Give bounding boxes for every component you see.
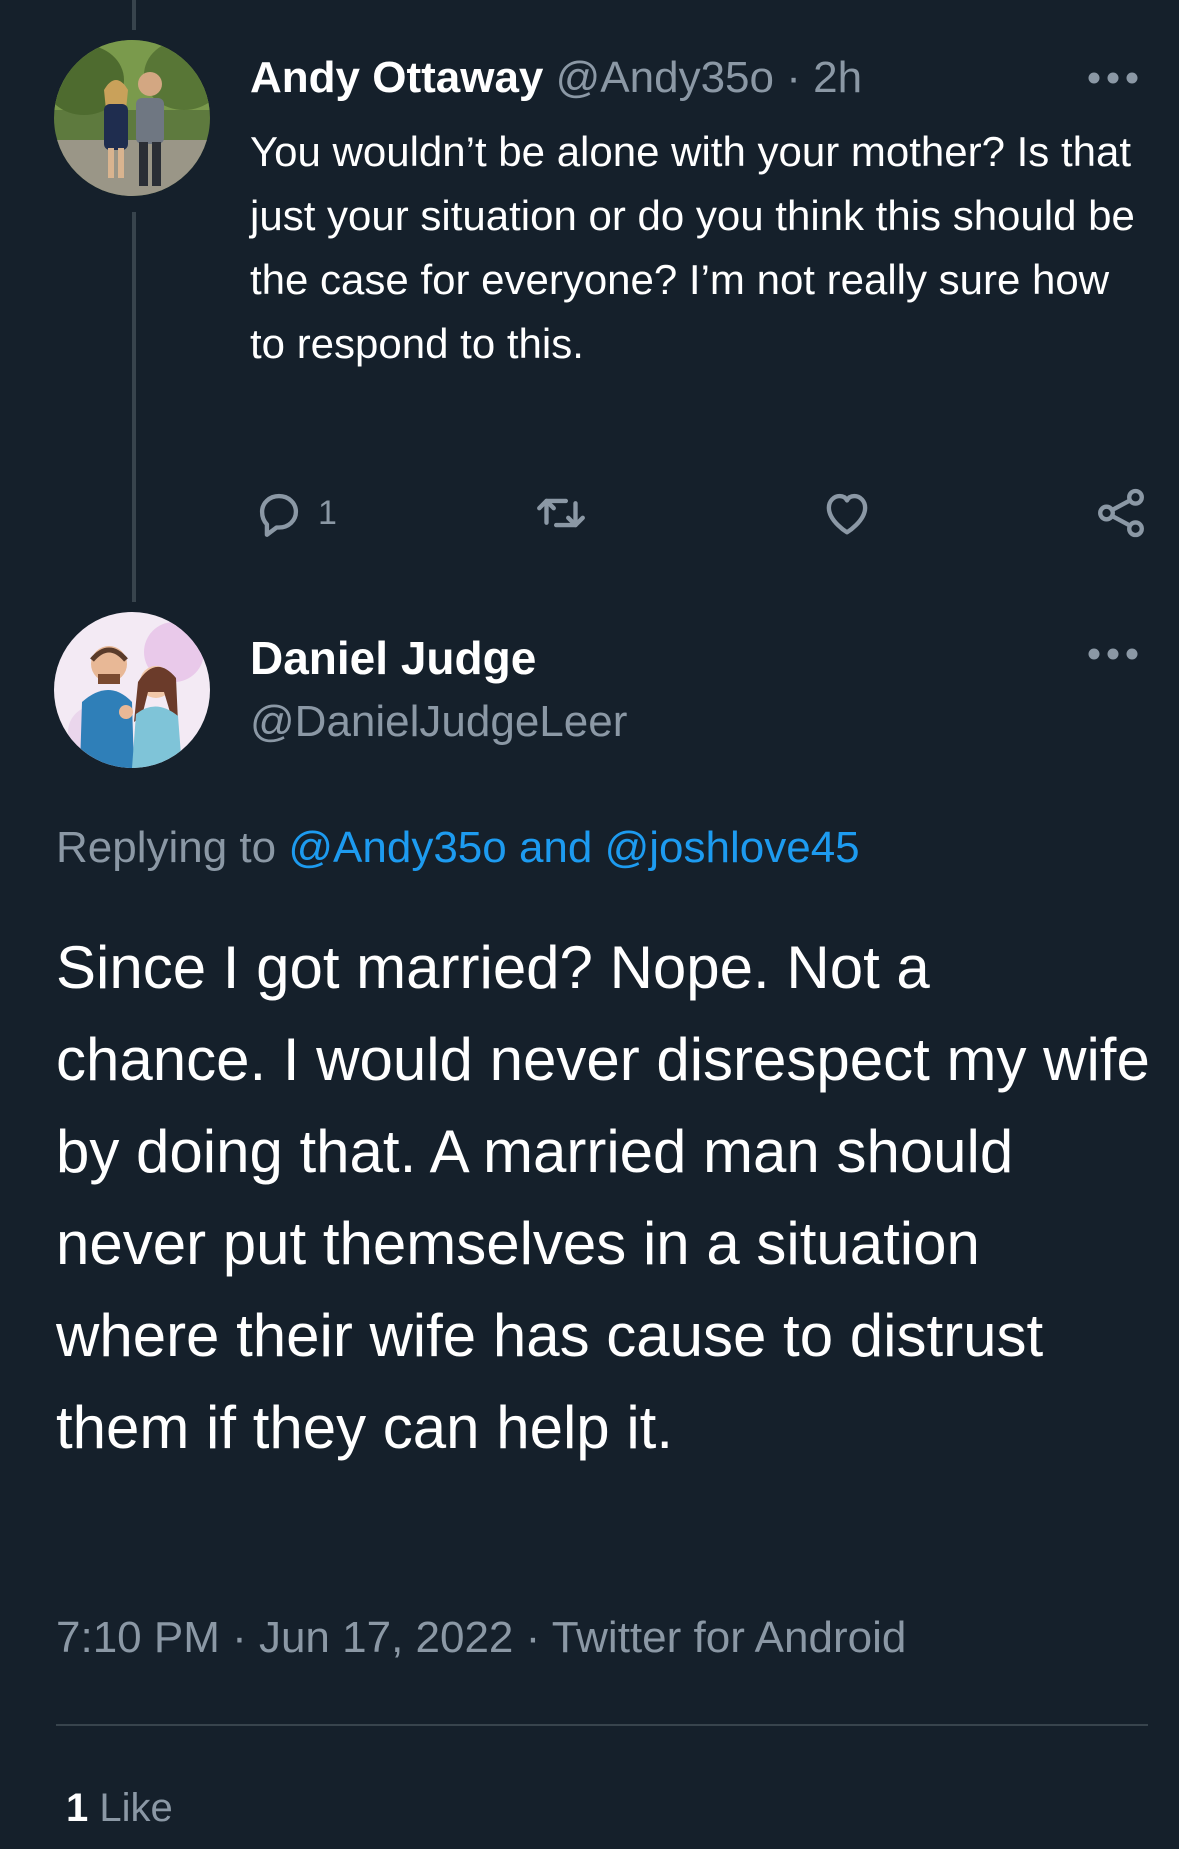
avatar-daniel-judge[interactable] xyxy=(54,612,210,768)
avatar-illustration xyxy=(54,612,210,768)
header-separator: · xyxy=(774,53,814,102)
reply-button[interactable]: 1 xyxy=(250,478,337,548)
likes-count-link[interactable]: 1 Like xyxy=(66,1780,173,1836)
replying-to: Replying to @Andy35o and @joshlove45 xyxy=(56,818,860,878)
author-handle[interactable]: @Andy35o xyxy=(556,53,774,102)
more-icon xyxy=(1088,72,1138,84)
tweet-actions: 1 xyxy=(250,478,1155,548)
divider xyxy=(56,1724,1148,1726)
more-options-button[interactable] xyxy=(1078,58,1148,98)
retweet-icon xyxy=(537,498,585,528)
reply-icon xyxy=(259,493,299,537)
like-button[interactable] xyxy=(818,478,876,548)
like-label: Like xyxy=(88,1786,173,1830)
main-tweet-text: Since I got married? Nope. Not a chance.… xyxy=(56,934,1150,1461)
thread-line xyxy=(132,212,136,602)
mention-andy35o[interactable]: @Andy35o xyxy=(288,823,506,872)
share-icon xyxy=(1098,488,1144,538)
replying-prefix: Replying to xyxy=(56,823,289,872)
mention-joshlove45[interactable]: @joshlove45 xyxy=(605,823,860,872)
like-count: 1 xyxy=(66,1786,89,1830)
like-icon xyxy=(826,493,868,535)
parent-tweet-header: Andy Ottaway @Andy35o · 2h xyxy=(250,48,862,108)
author-handle[interactable]: @DanielJudgeLeer xyxy=(250,692,627,752)
retweet-button[interactable] xyxy=(532,478,590,548)
tweet-timestamp[interactable]: 7:10 PM · Jun 17, 2022 · Twitter for And… xyxy=(56,1608,906,1668)
thread-line-top xyxy=(132,0,136,30)
more-icon xyxy=(1088,648,1138,660)
avatar-photo xyxy=(54,40,210,196)
parent-tweet-text: You wouldn’t be alone with your mother? … xyxy=(250,128,1135,367)
reply-count: 1 xyxy=(318,493,337,532)
author-name[interactable]: Andy Ottaway xyxy=(250,53,543,102)
mention-and[interactable]: and xyxy=(507,823,605,872)
author-name[interactable]: Daniel Judge xyxy=(250,628,536,688)
tweet-time[interactable]: 2h xyxy=(813,53,862,102)
share-button[interactable] xyxy=(1092,478,1150,548)
more-options-button[interactable] xyxy=(1078,634,1148,674)
avatar-andy-ottaway[interactable] xyxy=(54,40,210,196)
